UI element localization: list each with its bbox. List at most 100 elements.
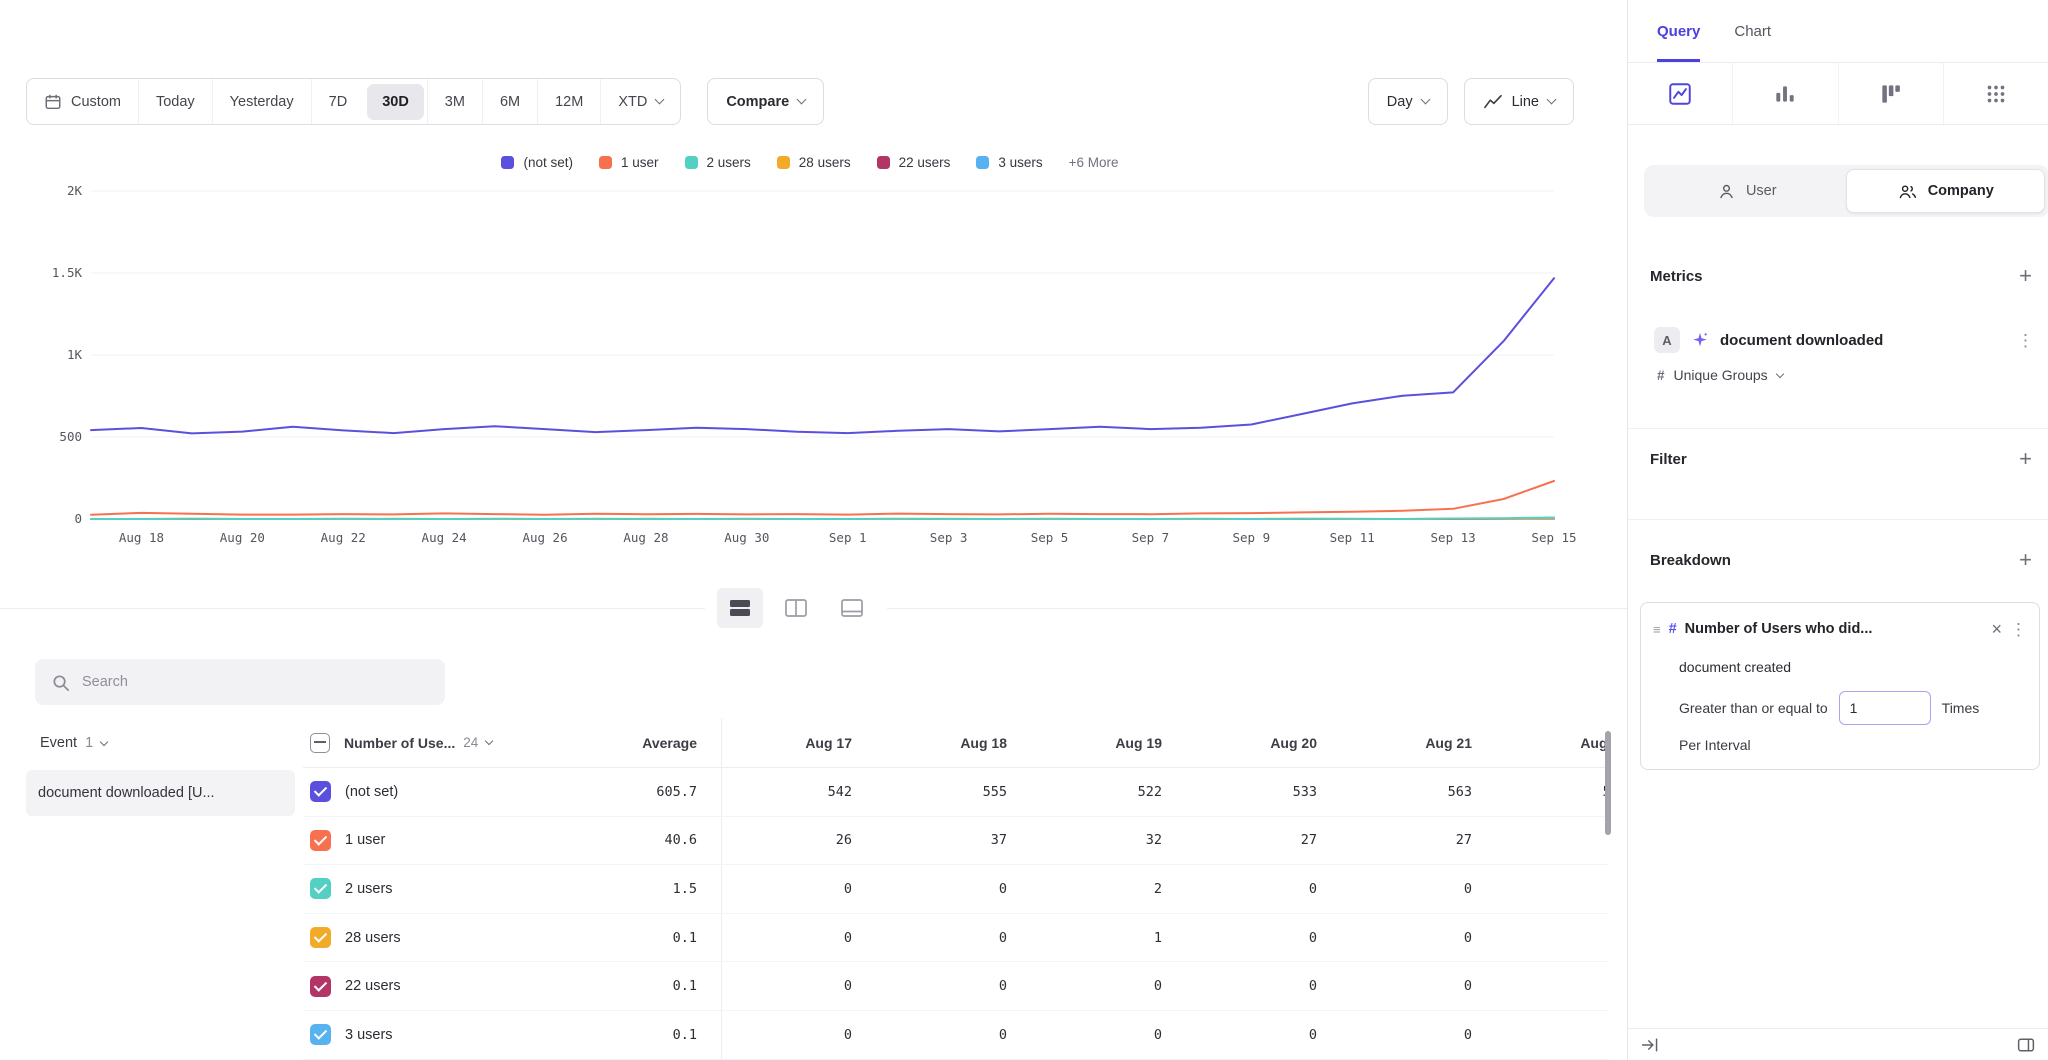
vertical-scrollbar[interactable] (1605, 731, 1611, 835)
date-range-7d[interactable]: 7D (311, 79, 365, 124)
condition-value-input[interactable] (1839, 691, 1931, 725)
row-checkbox[interactable] (310, 976, 331, 997)
avg-cell: 0.1 (569, 978, 697, 994)
x-tick-label: Sep 13 (1431, 530, 1476, 545)
toggle-company[interactable]: Company (1846, 169, 2046, 213)
chevron-down-icon (1547, 95, 1557, 105)
layout-split-horizontal-button[interactable] (717, 588, 763, 628)
x-tick-label: Sep 15 (1531, 530, 1576, 545)
date-range-yesterday[interactable]: Yesterday (212, 79, 311, 124)
collapse-panel-button[interactable] (1640, 1036, 1660, 1054)
breakdown-card: ≡ # Number of Users who did... × ⋮ docum… (1640, 602, 2040, 770)
event-list-header[interactable]: Event 1 (0, 718, 303, 768)
table-row: 22 users 0.1 0 0 0 0 0 0 (303, 962, 1609, 1011)
date-range-3m[interactable]: 3M (427, 79, 482, 124)
condition-unit-label: Times (1942, 700, 1980, 716)
value-cell: 27 (1317, 832, 1472, 848)
legend-item[interactable]: 22 users (877, 155, 951, 170)
line-chart[interactable]: 05001K1.5K2KAug 18Aug 20Aug 22Aug 24Aug … (36, 180, 1584, 552)
chart-type-bar-tab[interactable] (1732, 63, 1837, 124)
date-range-xtd[interactable]: XTD (600, 79, 680, 124)
layout-toggles (705, 588, 887, 628)
value-cell: 0 (1162, 978, 1317, 994)
metric-row[interactable]: A document downloaded ⋮ (1628, 325, 2048, 355)
metrics-section-header: Metrics + (1628, 265, 2048, 287)
panel-toggle-icon (2016, 1036, 2036, 1054)
condition-label[interactable]: Greater than or equal to (1679, 700, 1828, 716)
legend-item[interactable]: 1 user (599, 155, 659, 170)
group-header-label[interactable]: Number of Use... (344, 735, 455, 751)
breakdown-event[interactable]: document created (1679, 659, 2027, 675)
event-list-item[interactable]: document downloaded [U... (26, 770, 295, 816)
panel-footer (1628, 1028, 2048, 1060)
row-checkbox[interactable] (310, 830, 331, 851)
legend-item[interactable]: 28 users (777, 155, 851, 170)
x-tick-label: Aug 24 (422, 530, 467, 545)
company-users-icon (1897, 182, 1918, 201)
chart-legend: (not set) 1 user 2 users 28 users 22 use… (36, 155, 1584, 170)
value-cell: 37 (852, 832, 1007, 848)
layout-chart-only-button[interactable] (829, 588, 875, 628)
chart-type-line-tab[interactable] (1628, 63, 1732, 124)
value-cell: 522 (1007, 784, 1162, 800)
close-icon[interactable]: × (1991, 620, 2002, 638)
chart-type-more-tab[interactable] (1943, 63, 2048, 124)
user-company-toggle: User Company (1644, 165, 2048, 217)
avg-cell: 40.6 (569, 832, 697, 848)
date-range-custom[interactable]: Custom (27, 79, 138, 124)
breakdown-card-header: ≡ # Number of Users who did... × ⋮ (1653, 617, 2027, 641)
filter-title: Filter (1650, 451, 1687, 468)
row-checkbox[interactable] (310, 1024, 331, 1045)
date-range-today[interactable]: Today (138, 79, 212, 124)
row-checkbox[interactable] (310, 878, 331, 899)
chart-type-button[interactable]: Line (1464, 78, 1574, 125)
search-input[interactable] (82, 674, 429, 690)
results-table: Number of Use... 24 Average Aug 17 Aug 1… (303, 718, 1609, 1060)
chart-toolbar: Custom Today Yesterday 7D 30D 3M 6M 12M … (26, 78, 1574, 125)
user-icon (1717, 182, 1736, 201)
measure-selector[interactable]: Unique Groups (1674, 367, 1768, 383)
x-tick-label: Aug 18 (119, 530, 164, 545)
chart-type-funnel-tab[interactable] (1838, 63, 1943, 124)
legend-item[interactable]: (not set) (501, 155, 573, 170)
line-chart-icon (1483, 93, 1503, 111)
legend-item[interactable]: 2 users (685, 155, 751, 170)
row-label: 22 users (345, 978, 401, 994)
legend-more-link[interactable]: +6 More (1069, 155, 1119, 170)
legend-item[interactable]: 3 users (976, 155, 1042, 170)
chart-only-icon (840, 598, 864, 618)
breakdown-property-name[interactable]: Number of Users who did... (1685, 621, 1984, 637)
toggle-sidebar-button[interactable] (2016, 1036, 2036, 1054)
value-cell: 32 (1007, 832, 1162, 848)
compare-button[interactable]: Compare (707, 78, 824, 125)
date-range-12m[interactable]: 12M (537, 79, 600, 124)
average-header[interactable]: Average (569, 735, 697, 751)
add-metric-button[interactable]: + (2019, 265, 2032, 287)
metrics-title: Metrics (1650, 268, 1703, 285)
row-checkbox[interactable] (310, 927, 331, 948)
section-divider (1628, 519, 2048, 520)
row-label: 2 users (345, 881, 393, 897)
layout-split-vertical-button[interactable] (773, 588, 819, 628)
toggle-user[interactable]: User (1648, 169, 1846, 213)
avg-cell: 605.7 (569, 784, 697, 800)
add-breakdown-button[interactable]: + (2019, 549, 2032, 571)
drag-handle-icon[interactable]: ≡ (1653, 623, 1661, 636)
table-row: 28 users 0.1 0 0 1 0 0 0 (303, 914, 1609, 963)
granularity-button[interactable]: Day (1368, 78, 1448, 125)
value-cell: 0 (852, 930, 1007, 946)
metric-kebab-menu[interactable]: ⋮ (2017, 332, 2034, 349)
select-all-checkbox[interactable] (310, 733, 330, 753)
date-range-30d[interactable]: 30D (367, 84, 424, 120)
value-cell: 0 (1162, 1027, 1317, 1043)
tab-query[interactable]: Query (1657, 0, 1700, 62)
breakdown-per-interval[interactable]: Per Interval (1679, 737, 2027, 753)
chevron-down-icon[interactable] (485, 737, 493, 745)
legend-swatch (685, 156, 698, 169)
value-cell: 0 (1317, 881, 1472, 897)
tab-chart[interactable]: Chart (1734, 0, 1771, 62)
row-checkbox[interactable] (310, 781, 331, 802)
date-range-6m[interactable]: 6M (482, 79, 537, 124)
add-filter-button[interactable]: + (2019, 448, 2032, 470)
breakdown-kebab-menu[interactable]: ⋮ (2010, 621, 2027, 638)
